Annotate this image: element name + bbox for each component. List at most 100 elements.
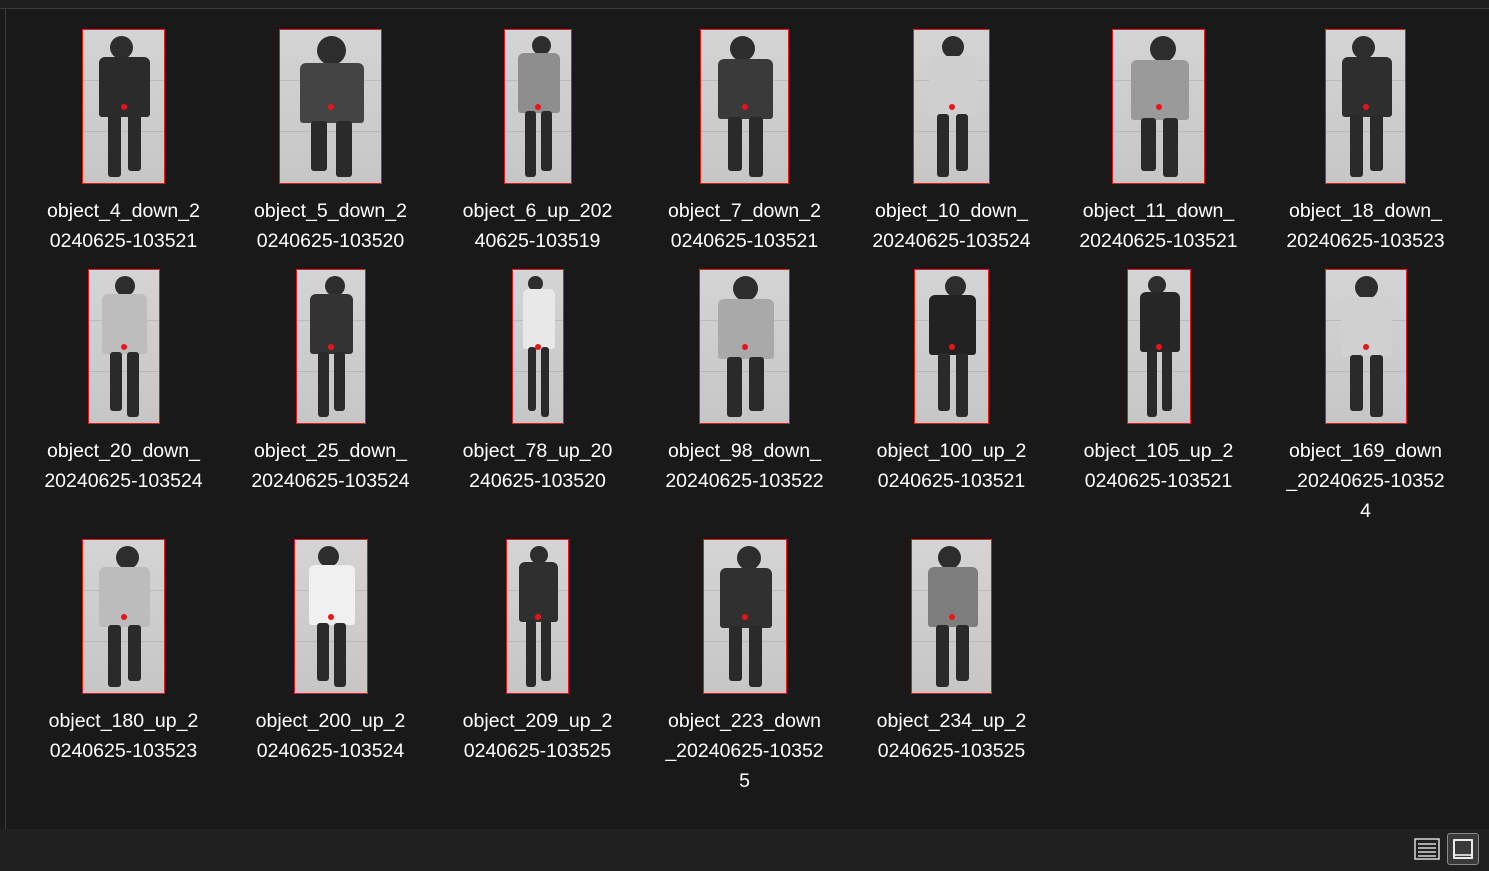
- file-name-label: object_11_down_ 20240625-103521: [1055, 196, 1262, 256]
- person-head: [945, 276, 966, 297]
- thumbnail-container: [20, 24, 227, 184]
- person-leg: [728, 626, 742, 681]
- file-name-line: 0240625-103520: [256, 230, 405, 252]
- details-view-button[interactable]: [1411, 833, 1443, 865]
- floor-tile-line: [700, 370, 789, 372]
- file-item[interactable]: object_10_down_ 20240625-103524: [848, 24, 1055, 256]
- thumbnail-container: [848, 534, 1055, 694]
- file-name-line: object_20_down_: [47, 440, 200, 462]
- file-item[interactable]: object_20_down_ 20240625-103524: [20, 264, 227, 496]
- person-leg: [127, 352, 140, 417]
- person-leg: [110, 352, 123, 411]
- thumbnail-container: [20, 264, 227, 424]
- file-name-label: object_100_up_2 0240625-103521: [848, 436, 1055, 496]
- thumbnail-container: [20, 534, 227, 694]
- person-leg: [317, 352, 329, 417]
- person-leg: [955, 353, 968, 417]
- person-thumbnail: [913, 29, 990, 184]
- person-leg: [955, 625, 969, 681]
- floor-tile-line: [914, 130, 989, 132]
- file-name-line: object_4_down_2: [47, 200, 200, 222]
- file-name-line: object_209_up_2: [462, 710, 613, 732]
- person-head: [324, 276, 345, 296]
- file-item[interactable]: object_180_up_2 0240625-103523: [20, 534, 227, 766]
- floor-tile-line: [88, 370, 159, 372]
- file-name-line: 20240625-103521: [1079, 230, 1238, 252]
- file-item[interactable]: object_5_down_2 0240625-103520: [227, 24, 434, 256]
- person-leg: [1350, 115, 1364, 177]
- file-item[interactable]: object_4_down_2 0240625-103521: [20, 24, 227, 256]
- thumbnail-container: [434, 24, 641, 184]
- person-torso: [718, 59, 773, 119]
- thumbnail-container: [641, 24, 848, 184]
- file-name-line: object_11_down_: [1082, 200, 1235, 222]
- file-name-line: object_98_down_: [668, 440, 821, 462]
- person-leg: [1162, 350, 1173, 411]
- file-name-label: object_5_down_2 0240625-103520: [227, 196, 434, 256]
- person-leg: [528, 347, 537, 411]
- file-item[interactable]: object_6_up_202 40625-103519: [434, 24, 641, 256]
- center-point-marker: [120, 613, 127, 620]
- person-thumbnail: [82, 29, 165, 184]
- file-item[interactable]: object_200_up_2 0240625-103524: [227, 534, 434, 766]
- person-leg: [127, 625, 141, 681]
- person-torso: [1130, 60, 1189, 120]
- file-name-label: object_78_up_20 240625-103520: [434, 436, 641, 496]
- floor-tile-line: [504, 130, 571, 132]
- file-item[interactable]: object_234_up_2 0240625-103525: [848, 534, 1055, 766]
- file-name-line: object_105_up_2: [1083, 440, 1234, 462]
- thumbnail-container: [1055, 264, 1262, 424]
- person-leg: [316, 623, 329, 681]
- file-item[interactable]: object_169_down _20240625-10352 4: [1262, 264, 1469, 526]
- file-item[interactable]: object_25_down_ 20240625-103524: [227, 264, 434, 496]
- file-name-line: object_100_up_2: [876, 440, 1027, 462]
- person-head: [116, 546, 139, 569]
- file-item[interactable]: object_11_down_ 20240625-103521: [1055, 24, 1262, 256]
- person-leg: [107, 625, 121, 687]
- file-name-line: 0240625-103525: [877, 740, 1026, 762]
- person-leg: [335, 121, 352, 177]
- large-icons-view-button[interactable]: [1447, 833, 1479, 865]
- floor-tile-line: [1127, 370, 1190, 372]
- file-name-line: object_200_up_2: [255, 710, 406, 732]
- file-item[interactable]: object_18_down_ 20240625-103523: [1262, 24, 1469, 256]
- file-grid: object_4_down_2 0240625-103521 object_5_do…: [20, 20, 1480, 825]
- person-thumbnail: [700, 29, 789, 184]
- file-name-line: 20240625-103524: [44, 470, 203, 492]
- thumbnail-container: [641, 264, 848, 424]
- file-name-line: 0240625-103521: [1084, 470, 1233, 492]
- file-name-line: object_223_down: [668, 710, 821, 732]
- file-item[interactable]: object_98_down_ 20240625-103522: [641, 264, 848, 496]
- floor-tile-line: [1325, 370, 1406, 372]
- file-name-label: object_209_up_2 0240625-103525: [434, 706, 641, 766]
- person-leg: [1369, 355, 1383, 417]
- person-thumbnail: [511, 269, 564, 424]
- floor-tile-line: [507, 640, 568, 642]
- file-item[interactable]: object_223_down _20240625-10352 5: [641, 534, 848, 796]
- file-item[interactable]: object_105_up_2 0240625-103521: [1055, 264, 1262, 496]
- file-name-line: 240625-103520: [469, 470, 606, 492]
- thumbnail-container: [434, 534, 641, 694]
- thumbnail-container: [1262, 264, 1469, 424]
- floor-tile-line: [512, 370, 563, 372]
- center-point-marker: [327, 103, 334, 110]
- person-head: [318, 546, 339, 567]
- file-item[interactable]: object_78_up_20 240625-103520: [434, 264, 641, 496]
- file-item[interactable]: object_209_up_2 0240625-103525: [434, 534, 641, 766]
- thumbnail-container: [848, 24, 1055, 184]
- person-leg: [748, 626, 762, 687]
- center-point-marker: [1155, 103, 1162, 110]
- thumbnail-container: [641, 534, 848, 694]
- thumbnail-container: [434, 264, 641, 424]
- file-item[interactable]: object_7_down_2 0240625-103521: [641, 24, 848, 256]
- file-name-line: object_78_up_20: [462, 440, 613, 462]
- floor-tile-line: [83, 130, 164, 132]
- center-point-marker: [741, 613, 748, 620]
- person-leg: [107, 115, 121, 177]
- file-item[interactable]: object_100_up_2 0240625-103521: [848, 264, 1055, 496]
- file-name-line: 40625-103519: [474, 230, 601, 252]
- file-name-label: object_10_down_ 20240625-103524: [848, 196, 1055, 256]
- center-point-marker: [741, 343, 748, 350]
- floor-tile-line: [703, 640, 786, 642]
- floor-tile-line: [915, 370, 988, 372]
